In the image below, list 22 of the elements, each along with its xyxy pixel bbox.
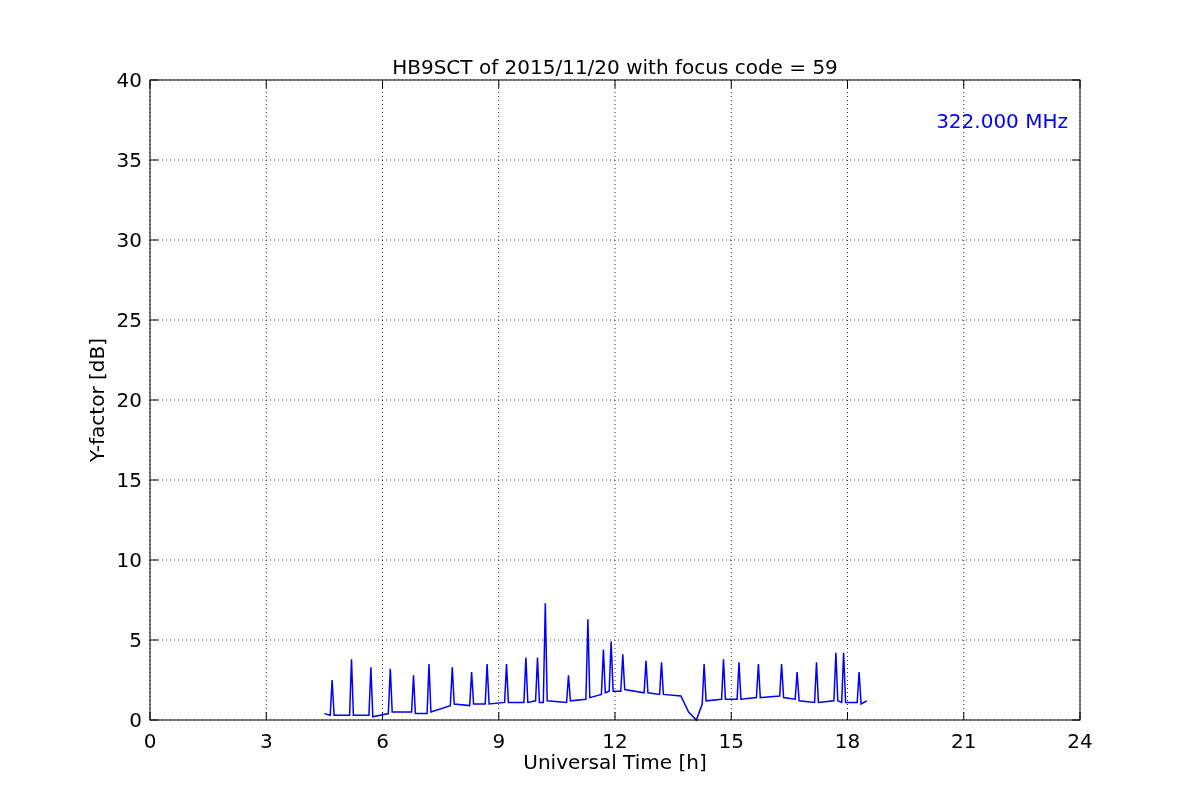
series-label: 322.000 MHz [936, 109, 1068, 133]
x-axis-label: Universal Time [h] [523, 750, 707, 774]
y-tick-label: 35 [116, 148, 142, 172]
chart-title: HB9SCT of 2015/11/20 with focus code = 59 [392, 55, 838, 79]
x-tick-label: 6 [376, 729, 389, 753]
x-tick-label: 24 [1067, 729, 1093, 753]
y-tick-label: 30 [116, 228, 142, 252]
x-tick-label: 21 [951, 729, 977, 753]
x-tick-label: 0 [143, 729, 157, 753]
x-tick-label: 15 [718, 729, 744, 753]
x-tick-label: 9 [492, 729, 506, 753]
y-tick-label: 0 [129, 708, 142, 732]
x-tick-label: 3 [259, 729, 273, 753]
x-tick-label: 12 [602, 729, 628, 753]
y-tick-label: 20 [116, 388, 142, 412]
y-tick-label: 25 [116, 308, 142, 332]
x-tick-label: 18 [834, 729, 861, 753]
y-axis-label: Y-factor [dB] [85, 338, 109, 462]
y-tick-label: 15 [116, 468, 142, 492]
y-tick-label: 10 [116, 548, 142, 572]
y-tick-label: 5 [129, 628, 142, 652]
y-tick-label: 40 [116, 68, 142, 92]
